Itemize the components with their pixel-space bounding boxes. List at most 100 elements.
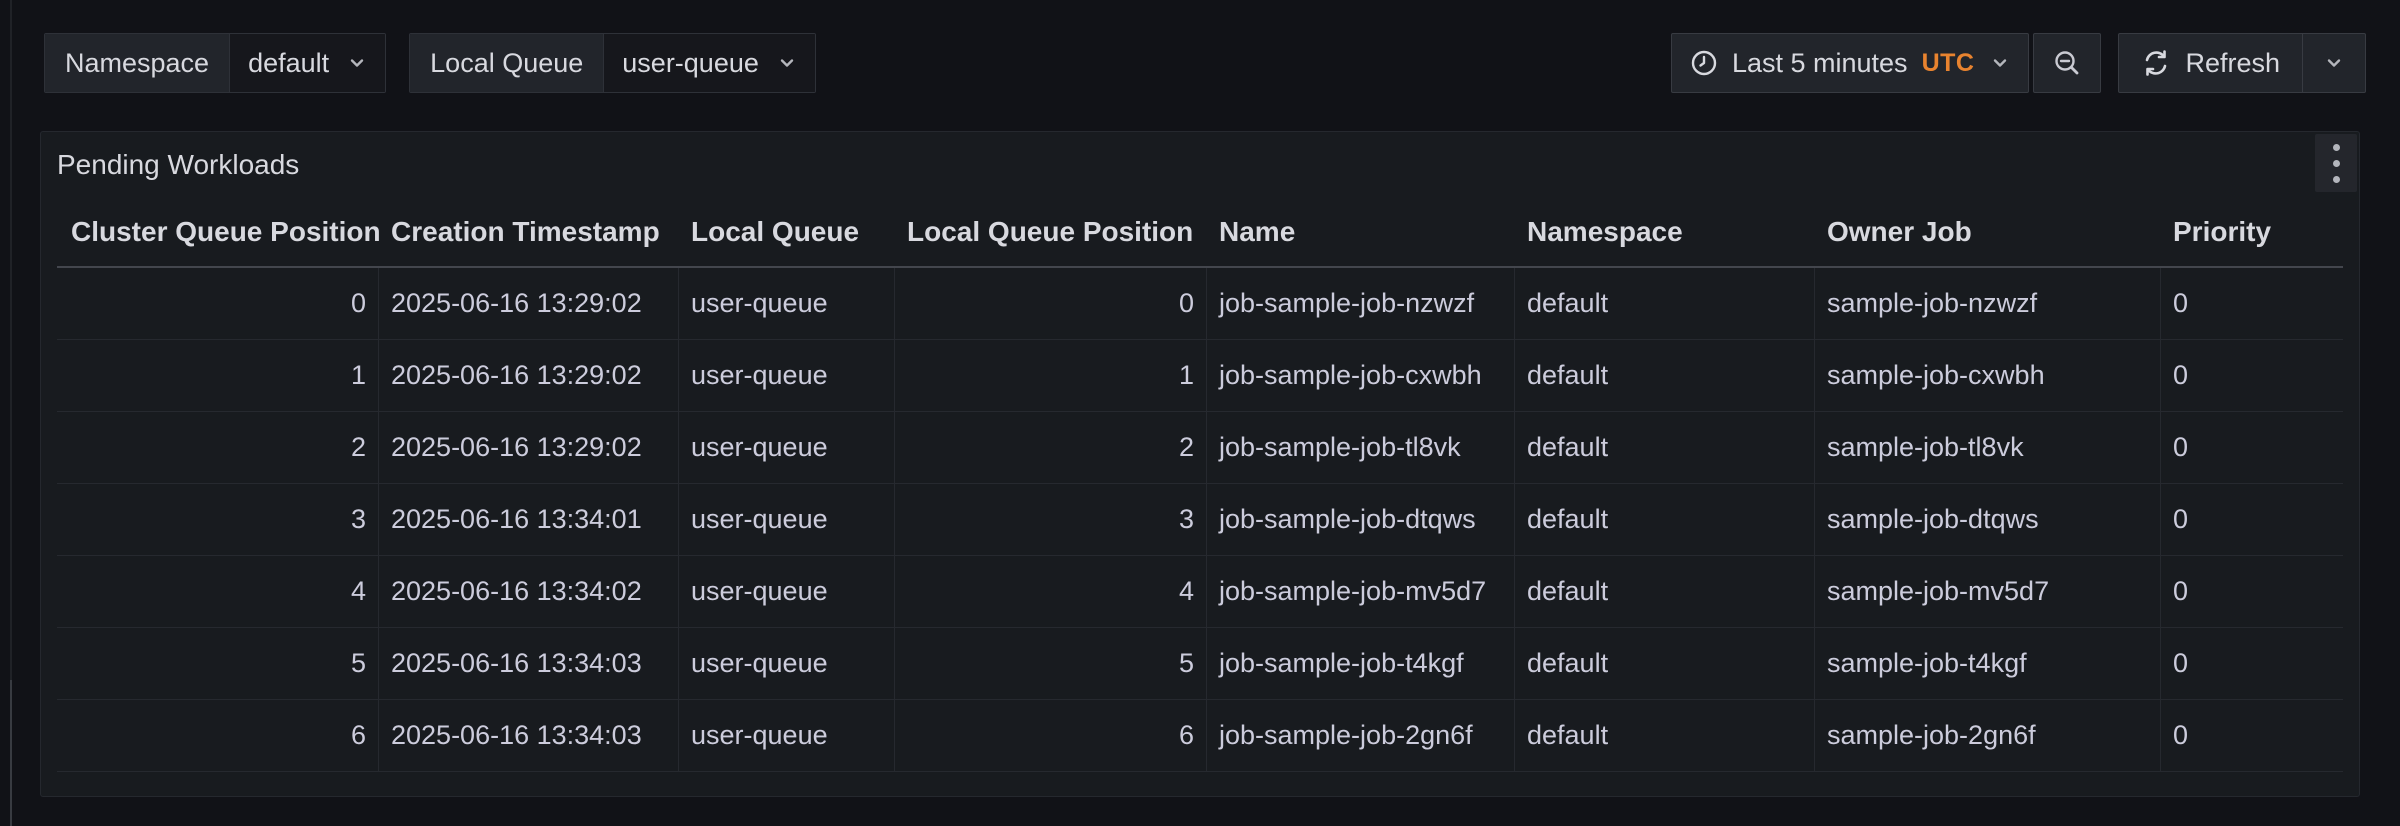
cell-cluster-queue-position: 5: [57, 628, 379, 699]
dashboard-toolbar: Namespace default Local Queue user-queue…: [44, 33, 2366, 93]
cell-priority: 0: [2161, 628, 2345, 699]
cell-creation-timestamp: 2025-06-16 13:29:02: [379, 268, 679, 339]
cell-namespace: default: [1515, 484, 1815, 555]
column-header-priority[interactable]: Priority: [2161, 216, 2345, 248]
pending-workloads-table: Cluster Queue PositionCreation Timestamp…: [57, 198, 2343, 772]
window-edge-divider-highlight: [10, 680, 12, 826]
cell-priority: 0: [2161, 484, 2345, 555]
cell-local-queue: user-queue: [679, 556, 895, 627]
variable-namespace-label: Namespace: [45, 34, 230, 92]
cell-local-queue: user-queue: [679, 628, 895, 699]
cell-local-queue-position: 0: [895, 268, 1207, 339]
cell-owner-job: sample-job-2gn6f: [1815, 700, 2161, 771]
cell-namespace: default: [1515, 700, 1815, 771]
cell-creation-timestamp: 2025-06-16 13:34:01: [379, 484, 679, 555]
cell-local-queue-position: 1: [895, 340, 1207, 411]
table-row: 52025-06-16 13:34:03user-queue5job-sampl…: [57, 628, 2343, 700]
cell-cluster-queue-position: 1: [57, 340, 379, 411]
cell-local-queue-position: 5: [895, 628, 1207, 699]
cell-local-queue: user-queue: [679, 268, 895, 339]
cell-name: job-sample-job-tl8vk: [1207, 412, 1515, 483]
cell-local-queue-position: 2: [895, 412, 1207, 483]
cell-name: job-sample-job-mv5d7: [1207, 556, 1515, 627]
refresh-button-group: Refresh: [2118, 33, 2366, 93]
cell-name: job-sample-job-2gn6f: [1207, 700, 1515, 771]
panel-header: Pending Workloads: [41, 132, 2359, 198]
cell-owner-job: sample-job-t4kgf: [1815, 628, 2161, 699]
chevron-down-icon: [2324, 53, 2344, 73]
cell-creation-timestamp: 2025-06-16 13:34:03: [379, 700, 679, 771]
table-row: 62025-06-16 13:34:03user-queue6job-sampl…: [57, 700, 2343, 772]
cell-creation-timestamp: 2025-06-16 13:34:02: [379, 556, 679, 627]
cell-cluster-queue-position: 0: [57, 268, 379, 339]
variable-namespace-dropdown[interactable]: default: [230, 34, 385, 92]
cell-namespace: default: [1515, 268, 1815, 339]
cell-cluster-queue-position: 6: [57, 700, 379, 771]
clock-icon: [1690, 49, 1718, 77]
cell-priority: 0: [2161, 556, 2345, 627]
cell-name: job-sample-job-dtqws: [1207, 484, 1515, 555]
kebab-icon: [2333, 160, 2340, 167]
cell-owner-job: sample-job-tl8vk: [1815, 412, 2161, 483]
variable-local-queue-dropdown[interactable]: user-queue: [604, 34, 815, 92]
kebab-icon: [2333, 144, 2340, 151]
variable-local-queue-label: Local Queue: [410, 34, 604, 92]
cell-owner-job: sample-job-mv5d7: [1815, 556, 2161, 627]
column-header-name[interactable]: Name: [1207, 216, 1515, 248]
cell-cluster-queue-position: 2: [57, 412, 379, 483]
time-range-picker-button[interactable]: Last 5 minutes UTC: [1671, 33, 2029, 93]
cell-local-queue-position: 4: [895, 556, 1207, 627]
cell-creation-timestamp: 2025-06-16 13:34:03: [379, 628, 679, 699]
column-header-cluster-queue-position[interactable]: Cluster Queue Position: [57, 216, 379, 248]
time-range-label: Last 5 minutes: [1732, 48, 1908, 79]
refresh-button[interactable]: Refresh: [2118, 33, 2303, 93]
timezone-badge: UTC: [1922, 49, 1975, 78]
time-zoom-out-button[interactable]: [2033, 33, 2101, 93]
pending-workloads-panel: Pending Workloads Cluster Queue Position…: [40, 131, 2360, 797]
table-row: 02025-06-16 13:29:02user-queue0job-sampl…: [57, 268, 2343, 340]
cell-local-queue-position: 6: [895, 700, 1207, 771]
variable-local-queue-value: user-queue: [622, 48, 759, 79]
cell-priority: 0: [2161, 700, 2345, 771]
cell-priority: 0: [2161, 268, 2345, 339]
cell-local-queue: user-queue: [679, 340, 895, 411]
panel-title: Pending Workloads: [57, 149, 299, 181]
cell-owner-job: sample-job-nzwzf: [1815, 268, 2161, 339]
refresh-interval-dropdown-button[interactable]: [2303, 33, 2366, 93]
table-row: 42025-06-16 13:34:02user-queue4job-sampl…: [57, 556, 2343, 628]
cell-namespace: default: [1515, 556, 1815, 627]
cell-namespace: default: [1515, 412, 1815, 483]
cell-cluster-queue-position: 4: [57, 556, 379, 627]
cell-name: job-sample-job-nzwzf: [1207, 268, 1515, 339]
table-row: 22025-06-16 13:29:02user-queue2job-sampl…: [57, 412, 2343, 484]
column-header-owner-job[interactable]: Owner Job: [1815, 216, 2161, 248]
column-header-local-queue-position[interactable]: Local Queue Position: [895, 216, 1207, 248]
refresh-button-label: Refresh: [2185, 48, 2280, 79]
cell-priority: 0: [2161, 412, 2345, 483]
kebab-icon: [2333, 176, 2340, 183]
cell-owner-job: sample-job-dtqws: [1815, 484, 2161, 555]
refresh-sync-icon: [2141, 48, 2171, 78]
cell-priority: 0: [2161, 340, 2345, 411]
toolbar-spacer: [839, 33, 1671, 93]
variable-namespace: Namespace default: [44, 33, 386, 93]
chevron-down-icon: [1990, 53, 2010, 73]
cell-name: job-sample-job-cxwbh: [1207, 340, 1515, 411]
column-header-namespace[interactable]: Namespace: [1515, 216, 1815, 248]
column-header-creation-timestamp[interactable]: Creation Timestamp: [379, 216, 679, 248]
variable-local-queue: Local Queue user-queue: [409, 33, 816, 93]
chevron-down-icon: [347, 53, 367, 73]
cell-cluster-queue-position: 3: [57, 484, 379, 555]
magnifier-minus-icon: [2052, 48, 2082, 78]
cell-name: job-sample-job-t4kgf: [1207, 628, 1515, 699]
column-header-local-queue[interactable]: Local Queue: [679, 216, 895, 248]
cell-local-queue: user-queue: [679, 700, 895, 771]
panel-menu-kebab-button[interactable]: [2315, 134, 2357, 192]
cell-creation-timestamp: 2025-06-16 13:29:02: [379, 340, 679, 411]
cell-local-queue-position: 3: [895, 484, 1207, 555]
variable-namespace-value: default: [248, 48, 329, 79]
cell-owner-job: sample-job-cxwbh: [1815, 340, 2161, 411]
cell-creation-timestamp: 2025-06-16 13:29:02: [379, 412, 679, 483]
cell-namespace: default: [1515, 628, 1815, 699]
table-body: 02025-06-16 13:29:02user-queue0job-sampl…: [57, 268, 2343, 772]
